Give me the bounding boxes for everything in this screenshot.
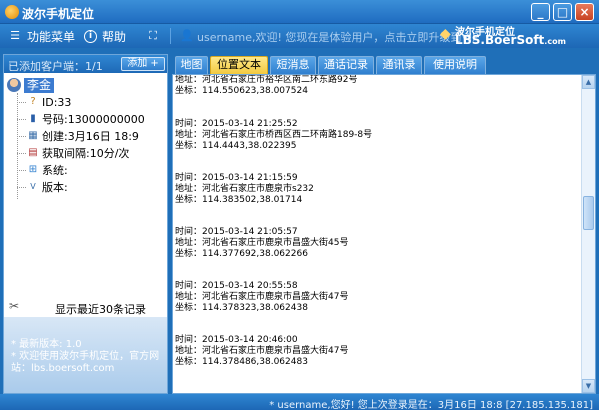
toolbar-divider — [170, 28, 171, 44]
version-info: * 最新版本: 1.0 * 欢迎使用波尔手机定位，官方网 站：lbs.boers… — [4, 317, 167, 393]
log-address: 地址：河北省石家庄市桥西区西二环南路189-8号 — [175, 130, 373, 140]
detail-version: V 版本: — [17, 179, 68, 195]
client-node[interactable]: 李金 — [7, 77, 55, 93]
vertical-scrollbar[interactable]: ▲ ▼ — [581, 75, 595, 393]
version-icon: V — [30, 182, 36, 191]
scroll-up-button[interactable]: ▲ — [582, 75, 595, 89]
minimize-button[interactable]: _ — [531, 3, 550, 21]
tools-icon: ✂ — [9, 299, 20, 313]
site-line[interactable]: 站：lbs.boersoft.com — [11, 363, 114, 375]
user-icon: 👤 — [180, 29, 194, 42]
tab-map[interactable]: 地图 — [175, 56, 208, 74]
tab-bar: 地图 位置文本 短消息 通话记录 通讯录 使用说明 — [172, 56, 596, 74]
id-icon: ? — [30, 96, 36, 107]
fullscreen-button[interactable]: ⛶ — [146, 28, 160, 44]
client-count: 已添加客户端：1/1 — [8, 60, 103, 73]
expand-icon: ⛶ — [149, 29, 157, 42]
log-coordinates: 坐标：114.378323,38.062438 — [175, 303, 308, 313]
status-bar: * username,您好! 您上次登录是在：3月16日 18:8 [27.18… — [0, 394, 599, 410]
log-address: 地址：河北省石家庄市裕华区南二环东路92号 — [175, 75, 358, 85]
person-icon — [7, 78, 21, 92]
function-menu-button[interactable]: ☰ 功能菜单 — [8, 28, 75, 44]
detail-interval: ▤ 获取间隔:10分/次 — [17, 145, 129, 161]
log-time: 时间：2015-03-14 21:15:59 — [175, 173, 298, 183]
client-panel: 已添加客户端：1/1 添加 + 李金 ? ID:33 ▮ 号码:13000000… — [3, 54, 168, 394]
maximize-button[interactable]: □ — [553, 3, 572, 21]
detail-system: ⊞ 系统: — [17, 162, 68, 178]
detail-created: ▦ 创建:3月16日 18:9 — [17, 128, 139, 144]
window-title: 波尔手机定位 — [22, 7, 95, 21]
scroll-down-button[interactable]: ▼ — [582, 379, 595, 393]
log-coordinates: 坐标：114.383502,38.01714 — [175, 195, 303, 205]
log-address: 地址：河北省石家庄市鹿泉市s232 — [175, 184, 314, 194]
log-time: 时间：2015-03-14 21:25:52 — [175, 119, 298, 129]
show-recent-label: 显示最近30条记录 — [55, 303, 146, 316]
help-label: 帮助 — [102, 29, 127, 44]
location-log-panel: 地址：河北省石家庄市裕华区南二环东路92号 坐标：114.550623,38.0… — [172, 74, 596, 394]
log-address: 地址：河北省石家庄市鹿泉市昌盛大街47号 — [175, 292, 349, 302]
windows-icon: ⊞ — [28, 164, 38, 175]
log-coordinates: 坐标：114.4443,38.022395 — [175, 141, 297, 151]
app-logo-icon — [5, 5, 19, 19]
function-menu-label: 功能菜单 — [27, 29, 76, 44]
client-panel-header: 已添加客户端：1/1 添加 + — [4, 55, 167, 73]
log-time: 时间：2015-03-14 20:55:58 — [175, 281, 298, 291]
menu-icon: ☰ — [10, 29, 20, 42]
show-recent-button[interactable]: ✂ 显示最近30条记录 — [4, 298, 167, 316]
detail-phone: ▮ 号码:13000000000 — [17, 111, 145, 127]
welcome-text[interactable]: username,欢迎! 您现在是体验用户，点击立即升级到VIP — [197, 29, 479, 45]
tab-sms[interactable]: 短消息 — [270, 56, 316, 74]
brand-name-en: LBS.BoerSoft.com — [455, 33, 566, 47]
close-button[interactable]: × — [575, 3, 594, 21]
log-coordinates: 坐标：114.378486,38.062483 — [175, 357, 308, 367]
log-time: 时间：2015-03-14 20:46:00 — [175, 335, 298, 345]
welcome-line: * 欢迎使用波尔手机定位，官方网 — [11, 351, 160, 362]
log-coordinates: 坐标：114.377692,38.062266 — [175, 249, 308, 259]
log-address: 地址：河北省石家庄市鹿泉市昌盛大街45号 — [175, 238, 349, 248]
tab-instructions[interactable]: 使用说明 — [424, 56, 486, 74]
phone-icon: ▮ — [30, 113, 36, 124]
calendar-icon: ▦ — [28, 130, 38, 141]
tab-contacts[interactable]: 通讯录 — [376, 56, 422, 74]
log-address: 地址：河北省石家庄市鹿泉市昌盛大街47号 — [175, 346, 349, 356]
tab-call-log[interactable]: 通话记录 — [318, 56, 374, 74]
log-time: 时间：2015-03-14 21:05:57 — [175, 227, 298, 237]
interval-icon: ▤ — [28, 147, 38, 158]
add-client-button[interactable]: 添加 + — [121, 57, 165, 71]
log-coordinates: 坐标：114.550623,38.007524 — [175, 86, 308, 96]
last-login-text: * username,您好! 您上次登录是在：3月16日 18:8 [27.18… — [269, 400, 593, 410]
info-icon: i — [84, 29, 97, 43]
version-line: * 最新版本: 1.0 — [11, 339, 82, 350]
help-button[interactable]: i 帮助 — [84, 28, 126, 44]
brand-logo: ◆ 波尔手机定位 LBS.BoerSoft.com — [440, 23, 590, 49]
scroll-thumb[interactable] — [583, 196, 594, 230]
client-name: 李金 — [24, 77, 55, 93]
location-pin-icon: ◆ — [440, 26, 451, 42]
title-bar: 波尔手机定位 _ □ × — [0, 0, 599, 24]
detail-id: ? ID:33 — [17, 94, 71, 110]
tab-location-text[interactable]: 位置文本 — [210, 56, 268, 74]
